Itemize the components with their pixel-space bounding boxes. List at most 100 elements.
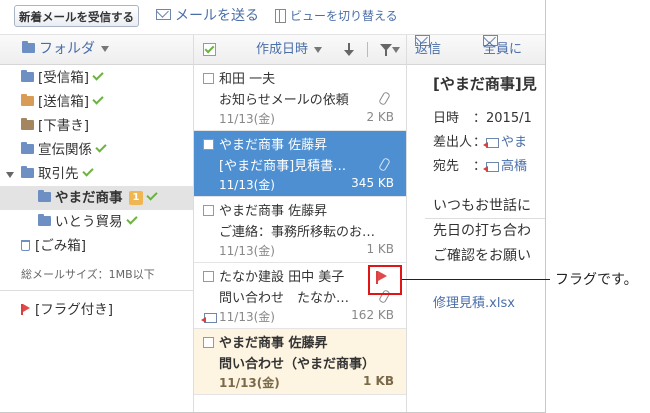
mail-date: 11/13(金) [219,376,280,390]
row-checkbox[interactable] [203,205,214,216]
folder-yamada[interactable]: やまだ商事 1 [0,186,193,210]
mail-row-selected[interactable]: やまだ商事 佐藤昇 [やまだ商事]見積書… 11/13(金) 345 KB [194,131,406,197]
mail-size: 2 KB [366,110,394,124]
folder-trash[interactable]: [ごみ箱] [21,234,86,258]
filter-icon[interactable] [380,44,392,56]
row-checkbox[interactable] [203,73,214,84]
folder-icon [21,166,34,178]
row-checkbox[interactable] [203,271,214,282]
mail-subject: 問い合わせ（やまだ商事） [219,357,376,372]
callout-text: フラグです。 [555,272,638,288]
from-link[interactable]: やま [501,135,527,150]
unread-badge: 1 [128,191,144,205]
reply-label: 返信 [415,42,442,57]
mail-row-unread[interactable]: やまだ商事 佐藤昇 問い合わせ（やまだ商事） 11/13(金) 1 KB [194,329,406,395]
attachment-link[interactable]: 修理見積.xlsx [433,292,515,311]
folder-advertising[interactable]: 宣伝関係 [21,138,107,162]
folder-icon [21,118,34,130]
chevron-down-icon [314,46,323,53]
folder-label: [フラグ付き] [35,302,114,318]
folder-icon [21,94,34,106]
folder-label: 宣伝関係 [38,142,92,158]
mail-from: たなか建設 田中 美子 [219,270,345,285]
folder-label: [下書き] [38,118,90,134]
mail-list-header: 作成日時 [194,35,406,65]
switch-view-label: ビューを切り替える [290,9,398,23]
row-checkbox[interactable] [203,337,214,348]
mail-from: やまだ商事 佐藤昇 [219,204,328,219]
mail-subject: 問い合わせ たなか… [219,291,350,306]
folder-label: [受信箱] [38,70,90,86]
check-icon [81,165,94,177]
to-link[interactable]: 高橋 [501,159,527,174]
mail-body-line: 先日の打ち合わ [433,223,531,239]
from-row: 差出人： やま [433,131,527,150]
folder-pane: フォルダ [受信箱] [送信箱] [下書き] 宣伝関係 取引先 やまだ商事 1 い… [0,35,194,412]
mail-title: [やまだ商事]見 [433,75,537,93]
flag-icon [21,303,30,315]
folder-ito[interactable]: いとう貿易 [38,210,138,234]
mail-size: 1 KB [366,242,394,256]
folder-flagged[interactable]: [フラグ付き] [21,298,113,322]
mail-row[interactable]: やまだ商事 佐藤昇 ご連絡：事務所移転のお… 11/13(金) 1 KB [194,197,406,263]
sort-field-selector[interactable]: 作成日時 [256,35,323,64]
folder-icon [38,190,51,202]
mail-from: やまだ商事 佐藤昇 [219,138,328,153]
row-checkbox[interactable] [203,139,214,150]
folder-inbox[interactable]: [受信箱] [21,66,104,90]
folder-icon [22,41,35,53]
date-value: ：2015/1 [473,111,532,126]
switch-view-link[interactable]: ビューを切り替える [275,6,398,26]
folder-clients[interactable]: 取引先 [21,162,94,186]
mail-from: 和田 一夫 [219,72,276,87]
mail-date: 11/13(金) [219,178,275,192]
expand-icon[interactable] [6,172,14,178]
chevron-down-icon[interactable] [392,47,400,53]
view-icon [275,8,286,23]
flag-highlight-box [368,265,402,295]
reader-toolbar: 返信 全員に [407,35,545,65]
check-icon [92,69,104,81]
paperclip-icon [378,91,391,106]
mail-icon [156,8,171,20]
folder-icon [38,214,51,226]
receive-mail-button[interactable]: 新着メールを受信する [14,5,139,27]
to-key: 宛先 [433,159,460,174]
reply-all-label: 全員に [483,42,523,57]
folder-sent[interactable]: [送信箱] [21,90,104,114]
mail-subject: お知らせメールの依頼 [219,93,349,108]
folder-label: 取引先 [38,166,79,182]
folder-label: いとう貿易 [55,214,123,230]
paperclip-icon [378,157,391,172]
mail-date: 11/13(金) [219,112,275,126]
replied-icon [201,312,217,323]
check-icon [146,189,159,201]
mail-from: やまだ商事 佐藤昇 [219,336,328,351]
divider [425,218,545,219]
address-icon [483,137,500,148]
mail-list-pane: 作成日時 和田 一夫 お知らせメールの依頼 11/13(金) 2 KB やまだ商… [194,35,407,412]
separator [367,42,368,57]
send-mail-label: メールを送る [175,8,259,24]
select-all-checkbox[interactable] [203,43,216,56]
folder-label: やまだ商事 [55,190,123,206]
mail-row[interactable]: 和田 一夫 お知らせメールの依頼 11/13(金) 2 KB [194,65,406,131]
mail-size: 162 KB [351,308,394,322]
mail-body-line: いつもお世話に [433,198,531,214]
to-row: 宛先：高橋 [433,155,527,174]
mail-size: 345 KB [351,176,394,190]
mail-date: 11/13(金) [219,310,275,324]
divider [0,290,193,291]
total-size-info: 総メールサイズ：1MB以下 [21,268,155,281]
check-icon [125,213,138,225]
folder-header[interactable]: フォルダ [0,35,193,65]
mail-subject: ご連絡：事務所移転のお… [219,225,376,240]
folder-drafts[interactable]: [下書き] [21,114,89,138]
date-row: 日時 ：2015/1 [433,107,532,126]
folder-label: [送信箱] [38,94,90,110]
sort-descending-icon[interactable] [344,43,354,56]
send-mail-link[interactable]: メールを送る [156,6,259,26]
check-icon [92,93,104,105]
address-icon [483,161,500,172]
trash-icon [21,239,30,251]
